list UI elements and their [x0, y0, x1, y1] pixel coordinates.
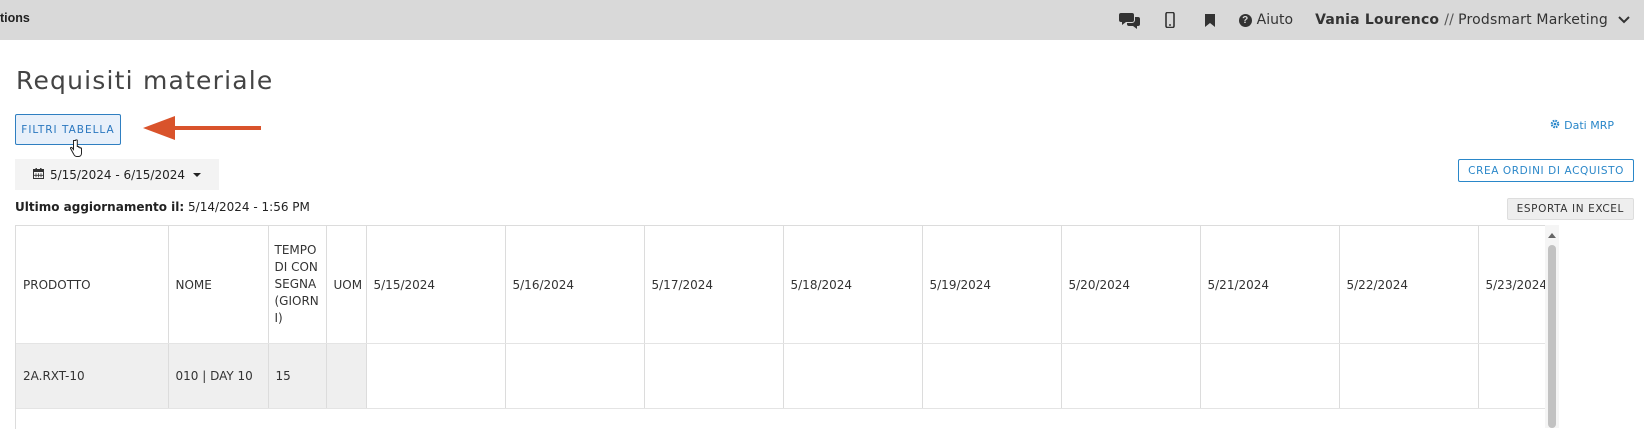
last-update-info: Ultimo aggiornamento il: 5/14/2024 - 1:5… — [15, 200, 310, 214]
table-cell — [1478, 343, 1546, 409]
column-header[interactable]: 5/21/2024 — [1200, 226, 1340, 344]
table-vertical-scrollbar[interactable] — [1545, 225, 1559, 428]
dati-mrp-link[interactable]: Dati MRP — [1550, 119, 1614, 132]
column-header[interactable]: 5/18/2024 — [783, 226, 923, 344]
chevron-down-icon — [1618, 12, 1630, 28]
export-excel-button[interactable]: ESPORTA IN EXCEL — [1506, 198, 1634, 220]
annotation-arrow — [143, 114, 263, 146]
top-navigation-bar: tions ? Aiuto Vania Lourenco // Prodsmar… — [0, 0, 1644, 40]
last-update-value: 5/14/2024 - 1:56 PM — [188, 200, 310, 214]
table-cell — [1339, 343, 1479, 409]
column-header[interactable]: 5/23/2024 — [1478, 226, 1546, 344]
scrollbar-thumb[interactable] — [1548, 245, 1556, 428]
table-filters-button[interactable]: FILTRI TABELLA — [15, 114, 121, 145]
user-company-separator: // — [1444, 12, 1455, 28]
table-cell: 010 | DAY 10 — [168, 343, 269, 409]
date-range-picker[interactable]: 5/15/2024 - 6/15/2024 — [15, 159, 219, 190]
bookmark-icon[interactable] — [1199, 9, 1221, 31]
table-cell — [1061, 343, 1201, 409]
table-header-row: PRODOTTO NOME TEMPO DI CONSEGNA (GIORNI)… — [16, 226, 1546, 344]
table-cell — [366, 343, 506, 409]
dati-mrp-label: Dati MRP — [1564, 119, 1614, 132]
column-header[interactable]: 5/16/2024 — [505, 226, 645, 344]
column-header[interactable]: 5/22/2024 — [1339, 226, 1479, 344]
topbar-right-group: ? Aiuto Vania Lourenco // Prodsmart Mark… — [1119, 0, 1630, 40]
date-range-value: 5/15/2024 - 6/15/2024 — [49, 167, 186, 182]
column-header[interactable]: PRODOTTO — [16, 226, 169, 344]
column-header[interactable]: 5/15/2024 — [366, 226, 506, 344]
column-header[interactable]: 5/20/2024 — [1061, 226, 1201, 344]
user-name: Vania Lourenco — [1315, 12, 1440, 28]
chat-icon[interactable] — [1119, 9, 1141, 31]
column-header[interactable]: NOME — [168, 226, 269, 344]
table-cell — [505, 343, 645, 409]
table-cell — [783, 343, 923, 409]
table-cell — [326, 343, 367, 409]
column-header[interactable]: TEMPO DI CONSEGNA (GIORNI) — [268, 226, 327, 344]
page-title: Requisiti materiale — [16, 66, 274, 95]
caret-down-icon — [193, 172, 202, 177]
table-cell — [644, 343, 784, 409]
gear-icon — [1550, 119, 1560, 132]
column-header[interactable]: UOM — [326, 226, 367, 344]
help-label: Aiuto — [1256, 12, 1294, 28]
nav-truncated-text[interactable]: tions — [0, 11, 30, 25]
table-row[interactable]: 2A.RXT-10 010 | DAY 10 15 — [16, 343, 1546, 409]
material-requirements-table: PRODOTTO NOME TEMPO DI CONSEGNA (GIORNI)… — [15, 225, 1546, 429]
calendar-icon — [32, 167, 44, 182]
scroll-up-arrow-icon[interactable] — [1548, 233, 1556, 238]
table-cell: 15 — [268, 343, 327, 409]
table-cell: 2A.RXT-10 — [16, 343, 169, 409]
table-cell — [922, 343, 1062, 409]
column-header[interactable]: 5/19/2024 — [922, 226, 1062, 344]
company-name: Prodsmart Marketing — [1458, 12, 1608, 28]
help-icon: ? — [1238, 13, 1252, 27]
help-link[interactable]: ? Aiuto — [1238, 12, 1294, 28]
create-purchase-orders-button[interactable]: CREA ORDINI DI ACQUISTO — [1458, 159, 1634, 182]
mobile-icon[interactable] — [1159, 9, 1181, 31]
table-cell — [1200, 343, 1340, 409]
last-update-label: Ultimo aggiornamento il: — [15, 200, 185, 214]
column-header[interactable]: 5/17/2024 — [644, 226, 784, 344]
user-menu[interactable]: Vania Lourenco // Prodsmart Marketing — [1315, 12, 1630, 28]
